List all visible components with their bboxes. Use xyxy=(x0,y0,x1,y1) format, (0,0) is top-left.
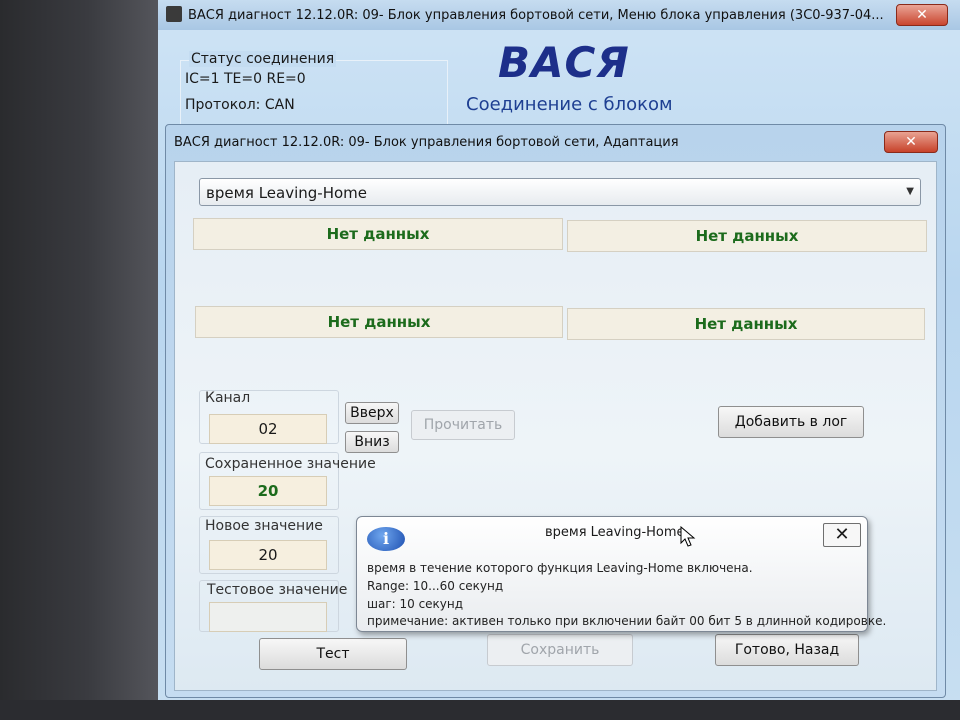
new-value-label: Новое значение xyxy=(205,518,323,534)
save-button[interactable]: Сохранить xyxy=(487,634,633,666)
status-legend: Статус соединения xyxy=(189,51,337,67)
dialog-title: ВАСЯ диагност 12.12.0R: 09- Блок управле… xyxy=(174,135,679,150)
channel-up-button[interactable]: Вверх xyxy=(345,402,399,424)
test-value-field[interactable] xyxy=(209,602,327,632)
done-back-button[interactable]: Готово, Назад xyxy=(715,634,859,666)
channel-select[interactable]: время Leaving-Home ▼ xyxy=(199,178,921,206)
channel-number-field[interactable]: 02 xyxy=(209,414,327,444)
app-logo: ВАСЯ xyxy=(498,38,630,87)
connection-status-group: Статус соединения IC=1 TE=0 RE=0 Протоко… xyxy=(180,51,448,124)
chevron-down-icon[interactable]: ▼ xyxy=(906,186,914,197)
read-button[interactable]: Прочитать xyxy=(411,410,515,440)
test-value-label: Тестовое значение xyxy=(207,582,348,598)
channel-select-value: время Leaving-Home xyxy=(206,184,367,202)
tooltip-line: Range: 10...60 секунд xyxy=(367,579,504,593)
tooltip-title: время Leaving-Home xyxy=(545,525,685,540)
saved-value-label: Сохраненное значение xyxy=(205,456,376,472)
channel-label: Канал xyxy=(205,390,251,406)
main-close-button[interactable]: ✕ xyxy=(896,4,948,26)
data-box-1: Нет данных xyxy=(193,218,563,250)
connection-label: Соединение с блоком xyxy=(466,94,673,115)
add-to-log-button[interactable]: Добавить в лог xyxy=(718,406,864,438)
data-box-2: Нет данных xyxy=(567,220,927,252)
monitor-bezel-bottom xyxy=(0,700,960,720)
tooltip-line: шаг: 10 секунд xyxy=(367,597,464,611)
channel-down-button[interactable]: Вниз xyxy=(345,431,399,453)
tooltip-line: примечание: активен только при включении… xyxy=(367,614,887,628)
monitor-bezel xyxy=(0,0,160,720)
test-button[interactable]: Тест xyxy=(259,638,407,670)
info-tooltip: i время Leaving-Home ✕ время в течение к… xyxy=(356,516,886,632)
status-protocol: Протокол: CAN xyxy=(185,97,295,113)
data-box-3: Нет данных xyxy=(195,306,563,338)
app-icon xyxy=(166,6,182,22)
main-window-title: ВАСЯ диагност 12.12.0R: 09- Блок управле… xyxy=(188,8,884,23)
info-icon: i xyxy=(367,527,405,551)
data-box-4: Нет данных xyxy=(567,308,925,340)
tooltip-line: время в течение которого функция Leaving… xyxy=(367,561,753,575)
tooltip-close-button[interactable]: ✕ xyxy=(823,523,861,547)
main-titlebar: ВАСЯ диагност 12.12.0R: 09- Блок управле… xyxy=(158,0,960,30)
new-value-input[interactable]: 20 xyxy=(209,540,327,570)
mouse-cursor-icon xyxy=(680,526,696,547)
status-counters: IC=1 TE=0 RE=0 xyxy=(185,71,306,87)
saved-value-field: 20 xyxy=(209,476,327,506)
dialog-close-button[interactable]: ✕ xyxy=(884,131,938,153)
dialog-titlebar: ВАСЯ диагност 12.12.0R: 09- Блок управле… xyxy=(166,125,945,155)
